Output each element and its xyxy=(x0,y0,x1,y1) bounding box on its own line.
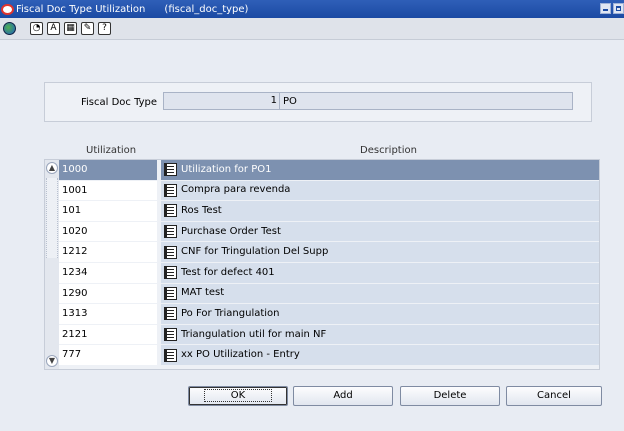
multilingual-note-icon[interactable] xyxy=(164,204,177,218)
globe-icon[interactable] xyxy=(3,22,16,35)
utilization-cell[interactable]: 1001 xyxy=(59,180,159,201)
scroll-thumb[interactable] xyxy=(46,178,58,258)
utilization-cell[interactable]: 1212 xyxy=(59,242,159,262)
multilingual-note-icon[interactable] xyxy=(164,348,177,362)
utilization-cell[interactable]: 1313 xyxy=(59,304,159,324)
description-cell[interactable]: MAT test xyxy=(161,283,599,304)
toolbar-group: ◔ A ▦ ✎ ? xyxy=(30,22,115,35)
column-header-description: Description xyxy=(360,145,417,156)
description-text: Compra para revenda xyxy=(181,184,291,196)
table-row[interactable]: 1000 Utilization for PO1 xyxy=(59,160,599,181)
multilingual-note-icon[interactable] xyxy=(164,163,177,177)
fiscal-doc-type-value: PO xyxy=(283,95,297,107)
utilization-cell[interactable]: 777 xyxy=(59,345,159,365)
table-row[interactable]: 1313 Po For Triangulation xyxy=(59,304,599,325)
utilization-table: ▲ ▼ 1000 Utilization for PO1 1001 Compra pa… xyxy=(44,159,600,370)
description-cell[interactable]: Ros Test xyxy=(161,201,599,221)
multilingual-note-icon[interactable] xyxy=(164,328,177,342)
ok-button[interactable]: OK xyxy=(188,386,288,406)
description-text: MAT test xyxy=(181,287,225,299)
description-text: Triangulation util for main NF xyxy=(181,328,327,340)
utilization-cell[interactable]: 101 xyxy=(59,201,159,221)
column-header-utilization: Utilization xyxy=(86,145,137,156)
table-row[interactable]: 1290 MAT test xyxy=(59,283,599,305)
table-row[interactable]: 1234 Test for defect 401 xyxy=(59,262,599,284)
title-bar: Fiscal Doc Type Utilization (fiscal_doc_… xyxy=(0,0,624,18)
window-controls xyxy=(600,3,624,14)
calendar-icon[interactable]: ▦ xyxy=(64,22,77,35)
spell-check-icon[interactable]: A xyxy=(47,22,60,35)
description-text: Utilization for PO1 xyxy=(181,163,272,175)
help-circle-icon[interactable]: ◔ xyxy=(30,22,43,35)
multilingual-note-icon[interactable] xyxy=(164,225,177,239)
utilization-cell[interactable]: 2121 xyxy=(59,324,159,345)
window-title: Fiscal Doc Type Utilization (fiscal_doc_… xyxy=(16,3,249,15)
table-row[interactable]: 777 xx PO Utilization - Entry xyxy=(59,345,599,366)
description-text: Test for defect 401 xyxy=(181,266,275,278)
description-cell[interactable]: xx PO Utilization - Entry xyxy=(161,345,599,365)
multilingual-note-icon[interactable] xyxy=(164,183,177,197)
add-button[interactable]: Add xyxy=(293,386,393,406)
description-cell[interactable]: Purchase Order Test xyxy=(161,221,599,242)
table-rows: 1000 Utilization for PO1 1001 Compra para r… xyxy=(59,160,599,366)
description-text: xx PO Utilization - Entry xyxy=(181,349,300,361)
description-cell[interactable]: Po For Triangulation xyxy=(161,304,599,324)
description-cell[interactable]: Triangulation util for main NF xyxy=(161,324,599,345)
utilization-cell[interactable]: 1020 xyxy=(59,221,159,242)
description-cell[interactable]: CNF for Tringulation Del Supp xyxy=(161,242,599,262)
maximize-icon[interactable] xyxy=(613,3,624,14)
multilingual-note-icon[interactable] xyxy=(164,245,177,259)
scroll-down-icon[interactable]: ▼ xyxy=(46,355,58,367)
fiscal-doc-type-label: Fiscal Doc Type xyxy=(81,97,158,108)
utilization-cell[interactable]: 1000 xyxy=(59,160,159,180)
toolbar: ◔ A ▦ ✎ ? xyxy=(0,18,624,40)
multilingual-note-icon[interactable] xyxy=(164,307,177,321)
vertical-scrollbar[interactable]: ▲ ▼ xyxy=(45,160,59,369)
description-text: CNF for Tringulation Del Supp xyxy=(181,246,329,258)
cancel-button[interactable]: Cancel xyxy=(506,386,602,406)
table-row[interactable]: 2121 Triangulation util for main NF xyxy=(59,324,599,346)
fiscal-doc-type-panel: Fiscal Doc Type 1 PO xyxy=(44,82,592,122)
table-header: Utilization Description xyxy=(58,145,598,159)
table-row[interactable]: 1020 Purchase Order Test xyxy=(59,221,599,243)
fiscal-doc-type-number: 1 xyxy=(164,93,280,109)
description-text: Purchase Order Test xyxy=(181,225,281,237)
minimize-icon[interactable] xyxy=(600,3,611,14)
ok-button-label: OK xyxy=(203,389,273,402)
description-cell[interactable]: Test for defect 401 xyxy=(161,262,599,283)
fiscal-doc-type-field: 1 PO xyxy=(163,92,573,110)
table-row[interactable]: 1212 CNF for Tringulation Del Supp xyxy=(59,242,599,263)
utilization-cell[interactable]: 1290 xyxy=(59,283,159,304)
multilingual-note-icon[interactable] xyxy=(164,286,177,300)
edit-icon[interactable]: ✎ xyxy=(81,22,94,35)
table-row[interactable]: 1001 Compra para revenda xyxy=(59,180,599,202)
description-cell[interactable]: Compra para revenda xyxy=(161,180,599,201)
delete-button[interactable]: Delete xyxy=(400,386,500,406)
description-text: Ros Test xyxy=(181,204,222,216)
table-row[interactable]: 101 Ros Test xyxy=(59,201,599,222)
app-icon xyxy=(1,3,14,15)
scroll-up-icon[interactable]: ▲ xyxy=(46,162,58,174)
help-icon[interactable]: ? xyxy=(98,22,111,35)
description-cell[interactable]: Utilization for PO1 xyxy=(161,160,599,180)
description-text: Po For Triangulation xyxy=(181,307,280,319)
utilization-cell[interactable]: 1234 xyxy=(59,262,159,283)
multilingual-note-icon[interactable] xyxy=(164,266,177,280)
